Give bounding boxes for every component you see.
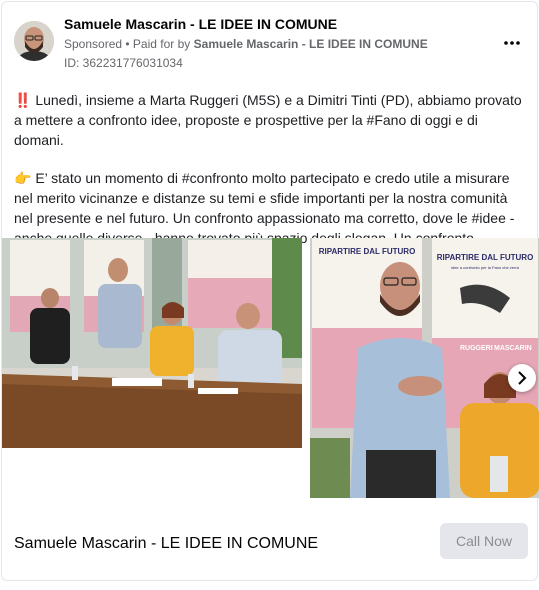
poster-name-1: RUGGERI — [460, 345, 493, 352]
more-horizontal-icon — [504, 41, 520, 45]
call-now-button[interactable]: Call Now — [440, 523, 528, 559]
post-paragraph-1: ‼️ Lunedì, insieme a Marta Ruggeri (M5S)… — [14, 92, 522, 148]
ad-id: ID: 362231776031034 — [64, 56, 183, 70]
more-options-button[interactable] — [499, 32, 525, 52]
poster-subtitle: idee a confronto per la Fano che verrà — [451, 265, 520, 270]
carousel-image-2[interactable]: RIPARTIRE DAL FUTURO RIPARTIRE DAL FUTUR… — [310, 238, 539, 498]
sponsored-meta: Sponsored • Paid for by Samuele Mascarin… — [64, 37, 428, 51]
post-paragraph-2: 👉 E’ stato un momento di #confronto molt… — [14, 170, 515, 246]
poster-name-2: MASCARIN — [494, 345, 532, 352]
carousel-image-1[interactable] — [2, 238, 302, 448]
avatar[interactable] — [14, 21, 54, 61]
page-name-link[interactable]: Samuele Mascarin - LE IDEE IN COMUNE — [64, 16, 337, 32]
ad-header: Samuele Mascarin - LE IDEE IN COMUNE Spo… — [14, 16, 525, 76]
ad-card: Samuele Mascarin - LE IDEE IN COMUNE Spo… — [1, 1, 539, 581]
footer-page-name: Samuele Mascarin - LE IDEE IN COMUNE — [14, 535, 319, 552]
chevron-right-icon — [518, 371, 527, 385]
image-carousel[interactable]: RIPARTIRE DAL FUTURO RIPARTIRE DAL FUTUR… — [2, 238, 539, 498]
poster-title-left: RIPARTIRE DAL FUTURO — [319, 247, 416, 256]
paid-for-name[interactable]: Samuele Mascarin - LE IDEE IN COMUNE — [194, 37, 428, 51]
carousel-next-button[interactable] — [508, 364, 536, 392]
sponsored-label: Sponsored — [64, 37, 123, 51]
paid-for-prefix: • Paid for by — [125, 37, 191, 51]
poster-title-right: RIPARTIRE DAL FUTURO — [437, 253, 534, 262]
